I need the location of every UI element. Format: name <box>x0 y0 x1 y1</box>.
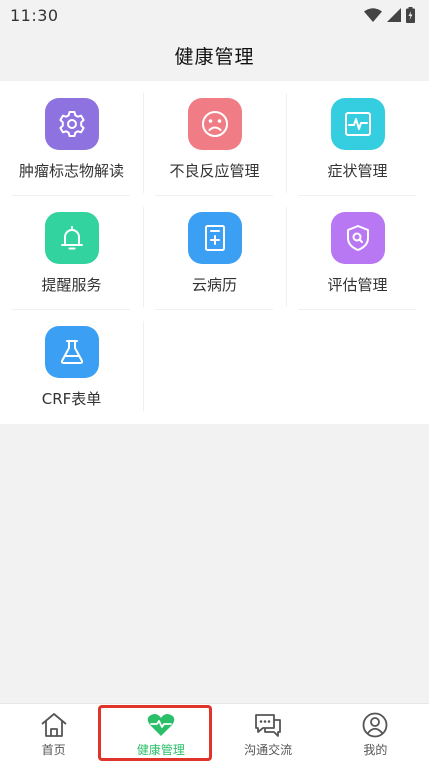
heartbeat-monitor-icon <box>330 98 385 150</box>
tab-home[interactable]: 首页 <box>0 704 107 763</box>
tab-profile[interactable]: 我的 <box>322 704 429 763</box>
flask-icon <box>44 326 99 378</box>
tab-label: 我的 <box>363 743 388 757</box>
tab-label: 首页 <box>41 743 66 757</box>
grid-divider <box>298 309 416 310</box>
shield-search-icon <box>330 212 385 264</box>
grid-item-crf-forms[interactable]: CRF表单 <box>0 309 143 423</box>
gear-icon <box>44 98 99 150</box>
page-header: 健康管理 <box>0 30 429 80</box>
chat-icon <box>255 714 282 737</box>
grid-divider <box>155 309 273 310</box>
bell-icon <box>44 212 99 264</box>
feature-grid: 肿瘤标志物解读 不良反应管理 症状管理 提醒服务 云病历 评估管理 CRF表单 <box>0 81 429 424</box>
signal-icon <box>387 8 401 22</box>
heart-icon <box>147 714 175 736</box>
grid-divider <box>143 321 144 411</box>
medical-record-icon <box>187 212 242 264</box>
grid-item-label: 不良反应管理 <box>169 162 260 180</box>
status-time: 11:30 <box>10 5 59 25</box>
grid-item-reminders[interactable]: 提醒服务 <box>0 195 143 309</box>
grid-item-label: CRF表单 <box>41 390 102 408</box>
grid-item-label: 症状管理 <box>327 162 388 180</box>
grid-item-adverse-reactions[interactable]: 不良反应管理 <box>143 81 286 195</box>
grid-item-label: 评估管理 <box>327 276 388 294</box>
grid-item-assessment[interactable]: 评估管理 <box>286 195 429 309</box>
home-icon <box>41 713 67 737</box>
wifi-icon <box>364 8 382 22</box>
tab-communication[interactable]: 沟通交流 <box>215 704 322 763</box>
status-icons <box>364 7 415 23</box>
tab-label: 健康管理 <box>136 743 185 757</box>
sad-face-icon <box>187 98 242 150</box>
user-icon <box>362 712 388 738</box>
grid-item-label: 云病历 <box>191 276 237 294</box>
battery-icon <box>406 7 415 23</box>
grid-item-label: 肿瘤标志物解读 <box>18 162 124 180</box>
grid-item-tumor-markers[interactable]: 肿瘤标志物解读 <box>0 81 143 195</box>
bottom-tab-bar: 首页 健康管理 沟通交流 我的 <box>0 703 429 763</box>
tab-health-management[interactable]: 健康管理 <box>107 704 214 763</box>
grid-item-cloud-records[interactable]: 云病历 <box>143 195 286 309</box>
status-bar: 11:30 <box>0 0 429 30</box>
page-title: 健康管理 <box>174 45 255 68</box>
tab-label: 沟通交流 <box>244 743 293 757</box>
grid-item-symptoms[interactable]: 症状管理 <box>286 81 429 195</box>
grid-item-label: 提醒服务 <box>41 276 102 294</box>
